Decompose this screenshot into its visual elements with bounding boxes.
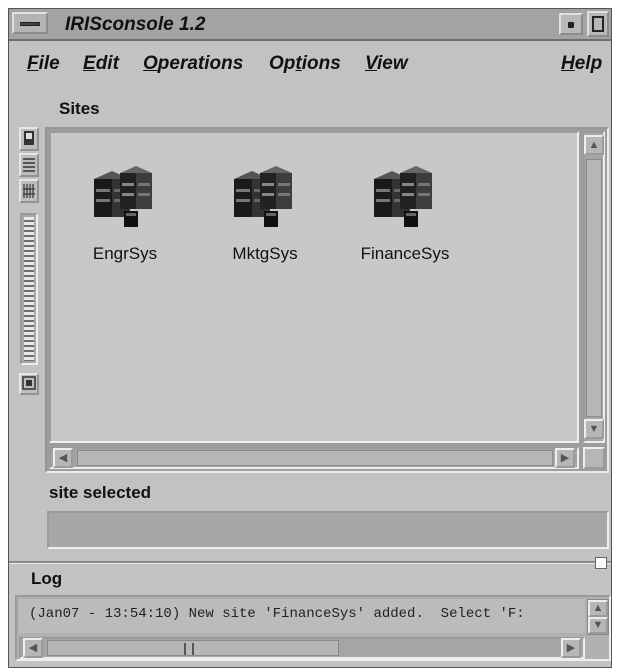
vertical-scroll-thumb[interactable]	[586, 159, 602, 417]
log-scroll-right-button[interactable]: ▶	[561, 638, 581, 658]
sites-horizontal-scrollbar[interactable]: ◀ ▶	[49, 447, 579, 469]
arrow-left-icon: ◀	[58, 452, 68, 464]
maximize-button[interactable]	[587, 11, 609, 37]
site-item-engrsys[interactable]: EngrSys	[65, 163, 185, 264]
menu-view-mnemonic: V	[365, 53, 377, 74]
menu-operations-label: perations	[157, 53, 244, 74]
arrow-right-icon: ▶	[560, 452, 570, 464]
reset-zoom-button[interactable]	[19, 373, 39, 395]
scroll-up-button[interactable]: ▲	[584, 135, 604, 155]
menu-bar: File Edit Operations Options View Help	[9, 41, 611, 85]
site-name: FinanceSys	[360, 244, 450, 263]
title-bar[interactable]: IRISconsole 1.2	[9, 9, 611, 41]
sites-panel: EngrSys MktgSys FinanceSys ▲ ▼ ◀ ▶	[45, 127, 609, 473]
arrow-left-icon: ◀	[28, 642, 38, 654]
menu-help-mnemonic: H	[561, 53, 575, 74]
log-scroll-left-button[interactable]: ◀	[23, 638, 43, 658]
menu-edit[interactable]: Edit	[83, 53, 119, 75]
status-field	[47, 511, 609, 549]
menu-view-label: iew	[376, 53, 408, 74]
log-label: Log	[31, 569, 63, 588]
scroll-right-button[interactable]: ▶	[555, 448, 575, 468]
log-panel: (Jan07 - 13:54:10) New site 'FinanceSys'…	[15, 595, 611, 661]
menu-edit-mnemonic: E	[83, 53, 96, 74]
arrow-down-icon: ▼	[592, 619, 604, 631]
scroll-corner	[583, 447, 605, 469]
status-label: site selected	[49, 483, 152, 502]
icon-view-icon	[24, 131, 34, 145]
menu-help-label: elp	[574, 53, 603, 74]
log-scroll-up-button[interactable]: ▲	[588, 600, 608, 617]
zoom-slider-track	[24, 217, 34, 361]
zoom-slider[interactable]	[20, 213, 38, 365]
log-horizontal-scrollbar[interactable]: ◀ ▶	[19, 637, 585, 659]
reset-zoom-icon	[22, 376, 36, 390]
pane-divider	[9, 561, 611, 564]
pane-sash[interactable]	[595, 557, 607, 569]
list-view-icon	[23, 158, 35, 172]
arrow-right-icon: ▶	[566, 642, 576, 654]
site-name: MktgSys	[232, 244, 298, 263]
sites-canvas[interactable]: EngrSys MktgSys FinanceSys	[49, 131, 579, 443]
log-vertical-scrollbar[interactable]: ▲ ▼	[587, 599, 609, 635]
detail-view-button[interactable]	[19, 179, 39, 203]
menu-file-mnemonic: F	[27, 53, 39, 74]
minimize-icon	[568, 22, 574, 28]
arrow-up-icon: ▲	[588, 139, 600, 151]
iris-console-window: IRISconsole 1.2 File Edit Operations Opt…	[8, 8, 612, 668]
menu-file-label: ile	[38, 53, 60, 74]
scroll-down-button[interactable]: ▼	[584, 419, 604, 439]
window-menu-button[interactable]	[12, 12, 48, 34]
server-site-icon	[234, 166, 292, 227]
menu-view[interactable]: View	[365, 53, 408, 75]
sites-vertical-scrollbar[interactable]: ▲ ▼	[583, 131, 605, 443]
log-scroll-down-button[interactable]: ▼	[588, 617, 608, 634]
sites-label: Sites	[59, 99, 100, 118]
arrow-up-icon: ▲	[592, 602, 604, 614]
site-item-mktgsys[interactable]: MktgSys	[205, 163, 325, 264]
server-site-icon	[94, 166, 152, 227]
log-text[interactable]: (Jan07 - 13:54:10) New site 'FinanceSys'…	[19, 599, 585, 633]
menu-options-label-end: ions	[301, 53, 341, 74]
window-title: IRISconsole 1.2	[65, 14, 206, 35]
detail-view-icon	[23, 184, 35, 198]
scroll-grip-icon	[184, 643, 194, 655]
log-horizontal-scroll-thumb[interactable]	[47, 640, 339, 656]
maximize-icon	[592, 16, 604, 32]
icon-view-button[interactable]	[19, 127, 39, 151]
menu-operations[interactable]: Operations	[143, 53, 243, 75]
site-item-financesys[interactable]: FinanceSys	[345, 163, 465, 264]
menu-operations-mnemonic: O	[143, 53, 158, 74]
menu-edit-label: dit	[95, 53, 119, 74]
site-name: EngrSys	[92, 244, 158, 263]
menu-options-label: Op	[269, 53, 296, 74]
menu-options[interactable]: Options	[269, 53, 341, 75]
minimize-button[interactable]	[559, 13, 583, 35]
server-site-icon	[374, 166, 432, 227]
horizontal-scroll-thumb[interactable]	[77, 450, 553, 466]
list-view-button[interactable]	[19, 153, 39, 177]
arrow-down-icon: ▼	[588, 423, 600, 435]
scroll-left-button[interactable]: ◀	[53, 448, 73, 468]
menu-help[interactable]: Help	[561, 53, 602, 75]
window-menu-icon	[20, 22, 40, 26]
menu-file[interactable]: File	[27, 53, 60, 75]
